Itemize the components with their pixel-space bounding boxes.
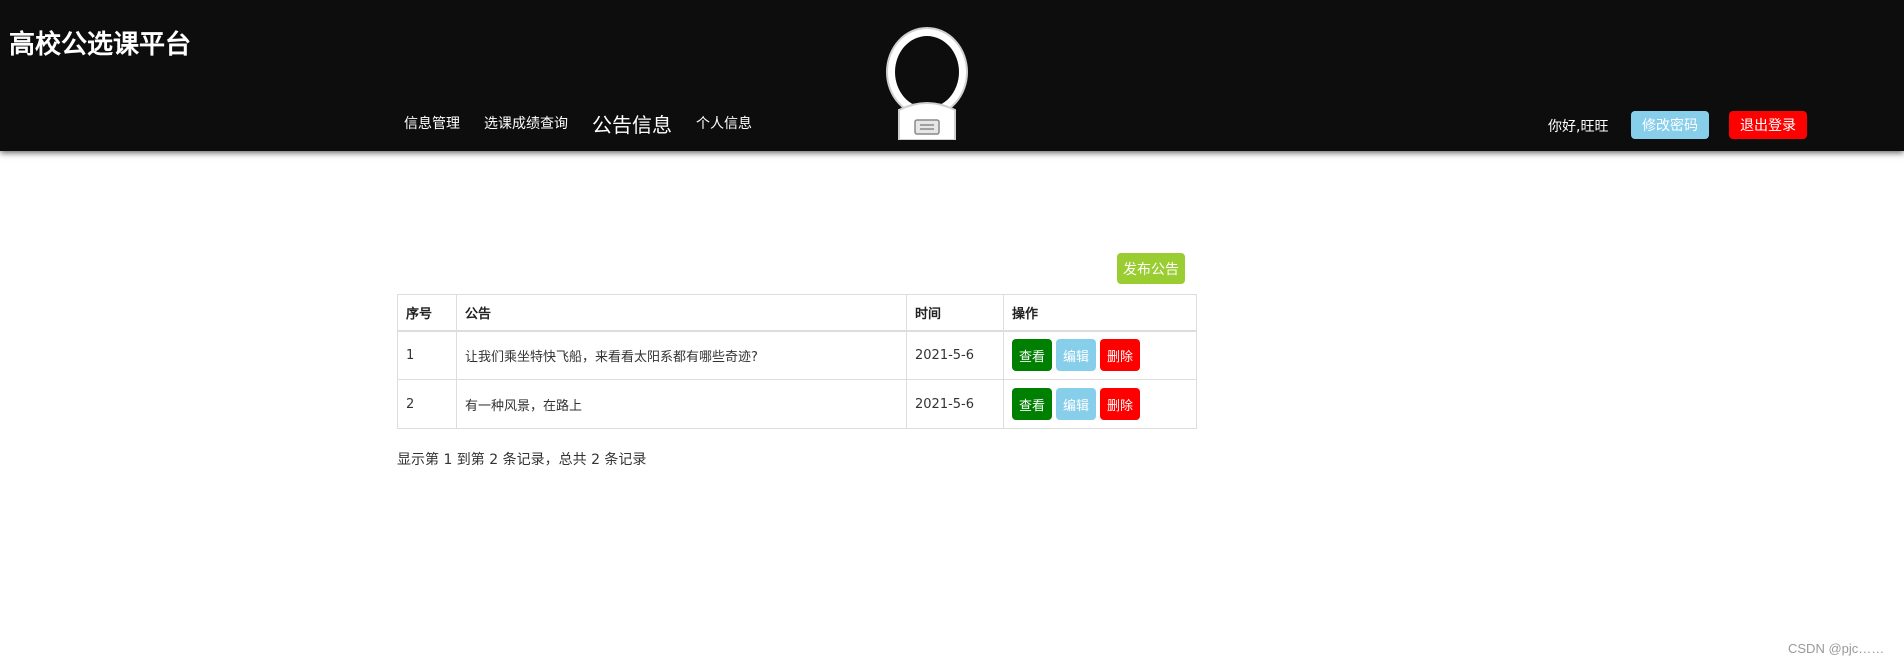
site-brand[interactable]: 高校公选课平台 <box>9 24 191 61</box>
edit-button[interactable]: 编辑 <box>1056 339 1096 372</box>
table-row: 1 让我们乘坐特快飞船，来看看太阳系都有哪些奇迹? 2021-5-6 查看 编辑删… <box>397 330 1197 380</box>
row-actions: 查看 编辑 删除 <box>1003 330 1197 380</box>
delete-button[interactable]: 删除 <box>1100 388 1140 420</box>
column-header-actions: 操作 <box>1003 294 1197 332</box>
row-title: 有一种风景，在路上 <box>456 379 907 429</box>
row-index: 2 <box>397 379 457 429</box>
top-navbar: 高校公选课平台 信息管理 选课成绩查询 公告信息 个人信息 你好,旺旺 修改密码… <box>0 0 1904 151</box>
nav-item-grade-query[interactable]: 选课成绩查询 <box>484 113 568 133</box>
nav-item-announcements[interactable]: 公告信息 <box>592 109 672 138</box>
publish-announcement-button[interactable]: 发布公告 <box>1117 253 1185 284</box>
row-index: 1 <box>397 330 457 380</box>
row-date: 2021-5-6 <box>906 330 1004 380</box>
column-header-time: 时间 <box>906 294 1004 332</box>
logout-button[interactable]: 退出登录 <box>1729 111 1807 139</box>
column-header-index: 序号 <box>397 294 457 332</box>
change-password-button[interactable]: 修改密码 <box>1631 111 1709 139</box>
row-title: 让我们乘坐特快飞船，来看看太阳系都有哪些奇迹? <box>456 330 907 380</box>
row-actions: 查看 编辑 删除 <box>1003 379 1197 429</box>
table-row: 2 有一种风景，在路上 2021-5-6 查看 编辑 删除 <box>397 379 1197 429</box>
view-button[interactable]: 查看 <box>1012 339 1052 372</box>
table-header-row: 序号 公告 时间 操作 <box>397 294 1197 332</box>
row-date: 2021-5-6 <box>906 379 1004 429</box>
pagination-summary: 显示第 1 到第 2 条记录，总共 2 条记录 <box>397 452 647 468</box>
astronaut-icon <box>886 27 968 140</box>
edit-button[interactable]: 编辑 <box>1056 388 1096 420</box>
view-button[interactable]: 查看 <box>1012 388 1052 420</box>
user-greeting: 你好,旺旺 <box>1548 119 1609 135</box>
announcement-table: 序号 公告 时间 操作 1 让我们乘坐特快飞船，来看看太阳系都有哪些奇迹? 20… <box>397 294 1197 429</box>
delete-button[interactable]: 删除 <box>1100 339 1140 372</box>
column-header-announcement: 公告 <box>456 294 907 332</box>
csdn-watermark: CSDN @pjc…… <box>1788 641 1885 656</box>
nav-item-info-management[interactable]: 信息管理 <box>404 113 460 133</box>
nav-item-personal-info[interactable]: 个人信息 <box>696 113 752 133</box>
